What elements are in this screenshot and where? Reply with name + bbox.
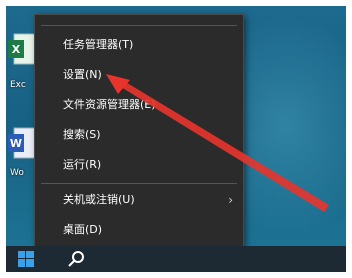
annotation-arrow [106, 74, 329, 212]
